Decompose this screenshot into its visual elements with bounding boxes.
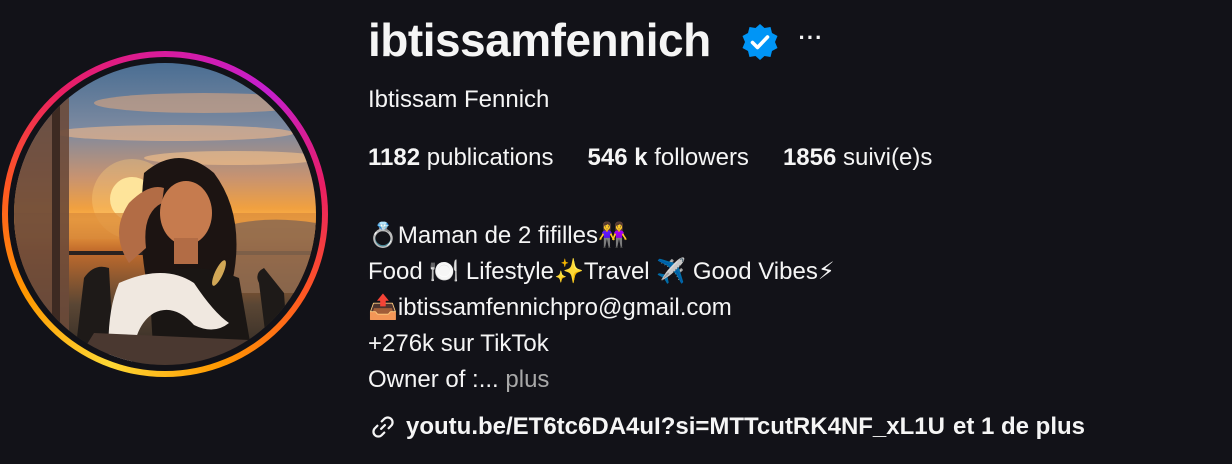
followers-stat[interactable]: 546 k followers [588,144,749,172]
posts-count: 1182 [368,144,421,171]
verified-badge-icon [742,24,778,60]
bio-truncated-text: Owner of :... [368,366,499,393]
link-icon [372,416,394,438]
avatar-story-ring[interactable] [2,51,328,377]
bio-line: 💍Maman de 2 fifilles👭 [368,222,628,249]
username: ibtissamfennich [368,14,711,66]
following-count: 1856 [782,144,837,171]
bio-line: +276k sur TikTok [368,330,549,357]
followers-count: 546 k [587,144,648,171]
link-more[interactable]: et 1 de plus [953,413,1085,441]
posts-label: publications [426,144,554,171]
avatar-photo-illustration [14,93,316,365]
profile-stats: 1182 publications 546 k followers 1856 s… [368,144,932,172]
bio-line: Food 🍽️ Lifestyle✨Travel ✈️ Good Vibes⚡ [368,258,835,285]
bio-more-link[interactable]: plus [505,366,549,393]
following-stat[interactable]: 1856 suivi(e)s [783,144,932,172]
more-options-button[interactable]: ··· [796,18,826,58]
bio-line: 📤ibtissamfennichpro@gmail.com [368,294,732,321]
avatar[interactable] [14,63,316,365]
avatar-ring-gap [8,57,322,371]
following-label: suivi(e)s [843,144,933,171]
link-url[interactable]: youtu.be/ET6tc6DA4uI?si=MTTcutRK4NF_xL1U [406,413,945,441]
full-name: Ibtissam Fennich [368,86,550,113]
followers-label: followers [654,144,749,171]
posts-stat: 1182 publications [368,144,554,172]
external-link[interactable]: youtu.be/ET6tc6DA4uI?si=MTTcutRK4NF_xL1U… [368,412,1085,442]
bio-last-line: Owner of :... plus [368,362,835,398]
bio: 💍Maman de 2 fifilles👭 Food 🍽️ Lifestyle✨… [368,218,835,398]
